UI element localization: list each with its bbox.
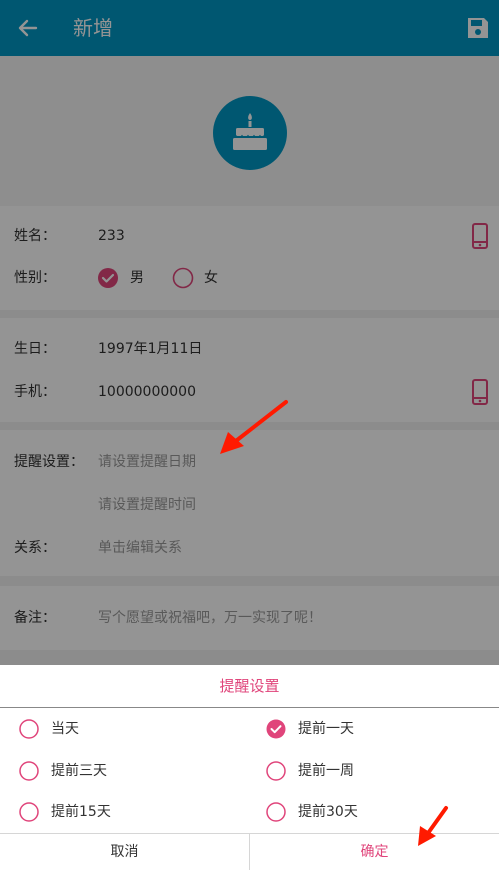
option-one-week-before[interactable]: 提前一周 [266, 751, 496, 791]
dialog-title: 提醒设置 [219, 677, 280, 695]
option-label: 提前30天 [298, 804, 358, 820]
annotation-arrow-icon [220, 400, 288, 454]
radio-checked-icon[interactable] [266, 719, 286, 739]
option-one-day-before[interactable]: 提前一天 [266, 709, 496, 749]
option-label: 提前一天 [298, 721, 354, 737]
confirm-button[interactable]: 确定 [250, 834, 499, 870]
annotation-arrow-icon [418, 806, 448, 846]
radio-icon[interactable] [266, 761, 286, 781]
option-15-days-before[interactable]: 提前15天 [19, 792, 249, 832]
radio-icon[interactable] [19, 719, 39, 739]
dialog-backdrop[interactable] [0, 0, 499, 665]
option-label: 提前三天 [51, 763, 107, 779]
app-screen: 新增 姓名： 233 性别： 男 女 生日： 1997年1月11日 手机： 10… [0, 0, 499, 870]
option-label: 提前15天 [51, 804, 111, 820]
option-label: 当天 [51, 721, 79, 737]
option-label: 提前一周 [298, 763, 354, 779]
option-30-days-before[interactable]: 提前30天 [266, 792, 496, 832]
option-same-day[interactable]: 当天 [19, 709, 249, 749]
radio-icon[interactable] [266, 802, 286, 822]
dialog-divider [0, 707, 499, 708]
radio-icon[interactable] [19, 802, 39, 822]
option-three-days-before[interactable]: 提前三天 [19, 751, 249, 791]
cancel-button[interactable]: 取消 [0, 834, 249, 870]
radio-icon[interactable] [19, 761, 39, 781]
